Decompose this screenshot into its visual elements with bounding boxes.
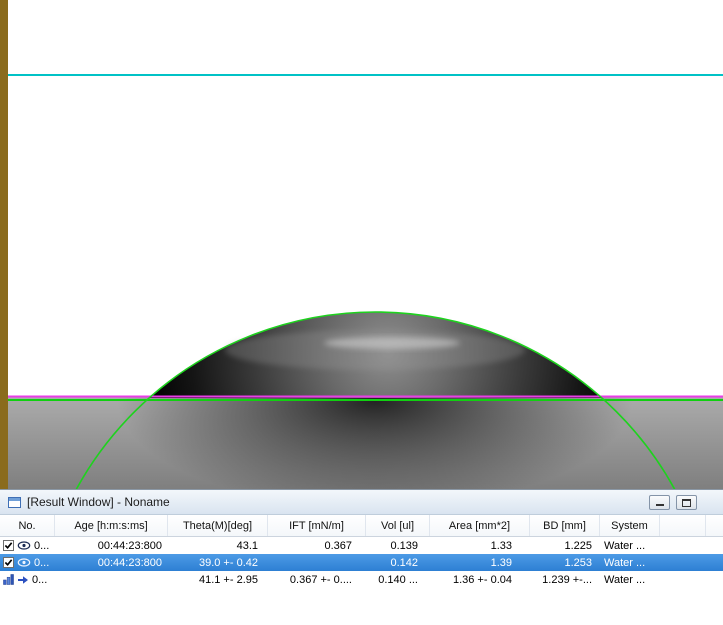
window-icon[interactable]	[8, 497, 21, 508]
cell-no: 0...	[0, 571, 55, 588]
drop-shape-analysis-app: [Result Window] - Noname No. Age [h:m:s:…	[0, 0, 723, 625]
cell-ift: 0.367	[268, 537, 366, 554]
cell-theta: 43.1	[168, 537, 268, 554]
cell-system: Water ...	[600, 537, 660, 554]
cell-age: 00:44:23:800	[55, 537, 168, 554]
column-header-filler	[660, 515, 705, 536]
column-header-ift[interactable]: IFT [mN/m]	[268, 515, 366, 536]
column-header-vol[interactable]: Vol [ul]	[366, 515, 430, 536]
bar-chart-icon	[3, 574, 14, 585]
table-row[interactable]: 0... 00:44:23:800 43.1 0.367 0.139 1.33 …	[0, 537, 723, 554]
table-header: No. Age [h:m:s:ms] Theta(M)[deg] IFT [mN…	[0, 515, 723, 537]
eye-icon[interactable]	[17, 558, 31, 567]
camera-view[interactable]	[0, 0, 723, 489]
table-row[interactable]: 0... 41.1 +- 2.95 0.367 +- 0.... 0.140 .…	[0, 571, 723, 588]
titlebar-buttons	[649, 495, 697, 510]
cell-area: 1.36 +- 0.04	[430, 571, 530, 588]
left-edge-artifact	[0, 0, 8, 489]
maximize-button[interactable]	[676, 495, 697, 510]
cell-vol: 0.142	[366, 554, 430, 571]
arrow-right-icon	[17, 575, 29, 585]
row-no-label: 0...	[32, 574, 47, 586]
result-window-titlebar[interactable]: [Result Window] - Noname	[0, 490, 723, 515]
drop-image-frame	[0, 0, 723, 489]
column-header-system[interactable]: System	[600, 515, 660, 536]
cell-system: Water ...	[600, 554, 660, 571]
column-header-age[interactable]: Age [h:m:s:ms]	[55, 515, 168, 536]
maximize-icon	[682, 499, 691, 507]
cell-system: Water ...	[600, 571, 660, 588]
table-body: 0... 00:44:23:800 43.1 0.367 0.139 1.33 …	[0, 537, 723, 588]
result-window: [Result Window] - Noname No. Age [h:m:s:…	[0, 489, 723, 625]
cell-theta: 41.1 +- 2.95	[168, 571, 268, 588]
cell-no: 0...	[0, 554, 55, 571]
column-header-theta[interactable]: Theta(M)[deg]	[168, 515, 268, 536]
window-title: [Result Window] - Noname	[27, 495, 170, 509]
cell-bd: 1.253	[530, 554, 600, 571]
cell-vol: 0.139	[366, 537, 430, 554]
column-header-area[interactable]: Area [mm*2]	[430, 515, 530, 536]
cell-bd: 1.239 +-...	[530, 571, 600, 588]
cell-no: 0...	[0, 537, 55, 554]
cell-age	[55, 571, 168, 588]
header-corner-box	[705, 515, 723, 536]
row-checkbox[interactable]	[3, 540, 14, 551]
cell-ift	[268, 554, 366, 571]
cell-area: 1.39	[430, 554, 530, 571]
cell-vol: 0.140 ...	[366, 571, 430, 588]
row-no-label: 0...	[34, 557, 49, 569]
minimize-button[interactable]	[649, 495, 670, 510]
column-header-no[interactable]: No.	[0, 515, 55, 536]
table-row[interactable]: 0... 00:44:23:800 39.0 +- 0.42 0.142 1.3…	[0, 554, 723, 571]
row-no-label: 0...	[34, 540, 49, 552]
cell-age: 00:44:23:800	[55, 554, 168, 571]
row-checkbox[interactable]	[3, 557, 14, 568]
cell-area: 1.33	[430, 537, 530, 554]
minimize-icon	[656, 504, 664, 506]
cell-theta: 39.0 +- 0.42	[168, 554, 268, 571]
cell-bd: 1.225	[530, 537, 600, 554]
column-header-bd[interactable]: BD [mm]	[530, 515, 600, 536]
eye-icon[interactable]	[17, 541, 31, 550]
cell-ift: 0.367 +- 0....	[268, 571, 366, 588]
